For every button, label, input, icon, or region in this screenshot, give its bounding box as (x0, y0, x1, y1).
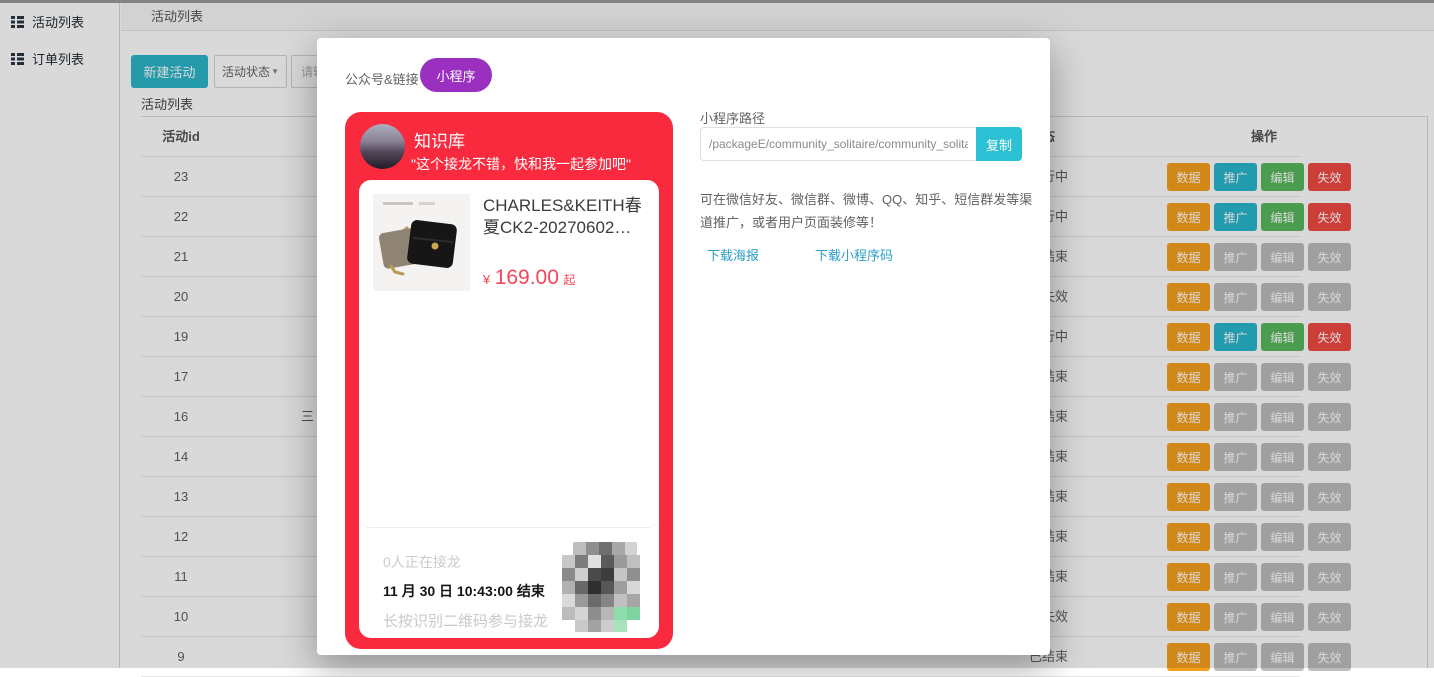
path-row: 复制 (700, 127, 1022, 161)
participants-count: 0人正在接龙 (383, 552, 461, 572)
share-poster-preview: 知识库 "这个接龙不错，快和我一起参加吧" CHARLES&KEITH春夏CK2… (345, 112, 673, 649)
scan-hint: 长按识别二维码参与接龙 (383, 610, 548, 631)
currency-symbol: ¥ (483, 272, 490, 287)
preview-product-card: CHARLES&KEITH春夏CK2-20270602… ¥ 169.00 起 … (359, 180, 659, 638)
tab-mini-program[interactable]: 小程序 (420, 58, 492, 92)
product-price: ¥ 169.00 起 (483, 266, 575, 290)
price-suffix: 起 (563, 273, 575, 287)
product-title: CHARLES&KEITH春夏CK2-20270602… (483, 195, 649, 240)
mini-program-path-input[interactable] (700, 127, 976, 161)
price-value: 169.00 (495, 266, 559, 289)
product-image (373, 194, 470, 291)
preview-quote: "这个接龙不错，快和我一起参加吧" (411, 154, 631, 174)
qr-code-image (560, 540, 650, 634)
share-dialog: 公众号&链接 小程序 知识库 "这个接龙不错，快和我一起参加吧" CHARL (317, 38, 1050, 655)
copy-button[interactable]: 复制 (976, 127, 1022, 161)
mini-program-path-label: 小程序路径 (700, 108, 765, 127)
promo-description: 可在微信好友、微信群、微博、QQ、知乎、短信群发等渠道推广，或者用户页面装修等！ (700, 188, 1040, 235)
deadline-text: 11 月 30 日 10:43:00 结束 (383, 581, 545, 601)
preview-nickname: 知识库 (414, 127, 465, 152)
avatar (360, 124, 405, 169)
download-qrcode-link[interactable]: 下载小程序码 (815, 245, 893, 264)
download-poster-link[interactable]: 下载海报 (707, 245, 759, 264)
divider (359, 514, 659, 528)
tab-official-account-link[interactable]: 公众号&链接 (345, 69, 419, 88)
